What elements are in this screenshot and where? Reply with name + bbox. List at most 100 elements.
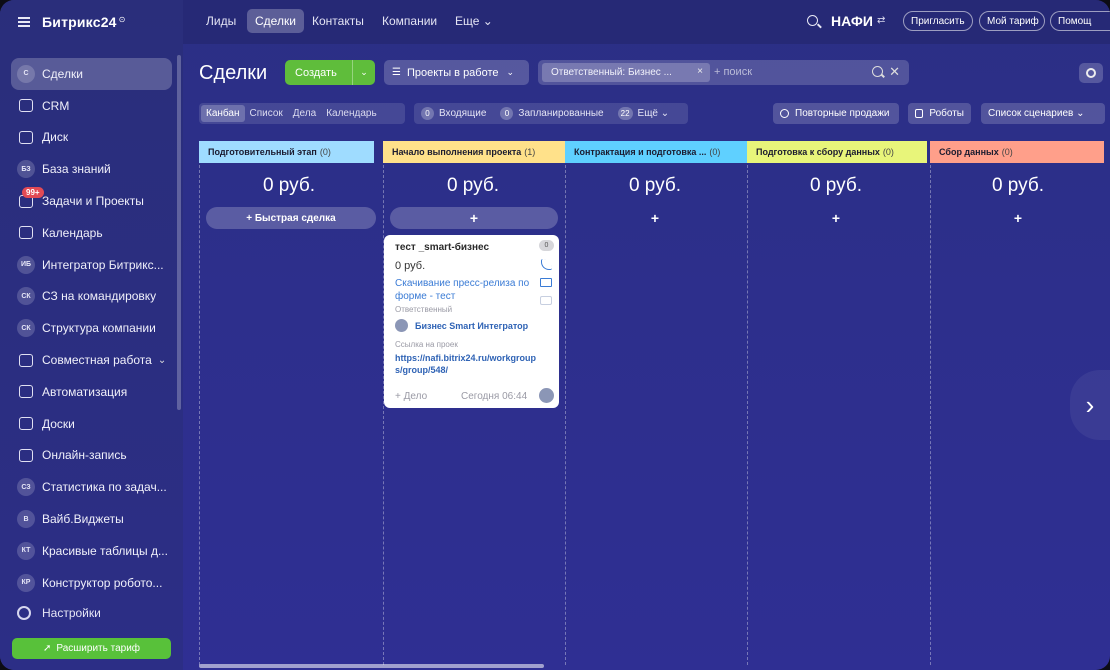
filter-search-box[interactable]: Ответственный: Бизнес ... × + поиск ✕ (538, 60, 909, 85)
quick-deal-button[interactable]: + Быстрая сделка (206, 207, 376, 229)
search-icon[interactable] (872, 66, 883, 77)
column-sum: 0 руб. (809, 175, 863, 196)
tab-leads[interactable]: Лиды (198, 9, 244, 33)
create-button[interactable]: Создать ⌄ (285, 60, 375, 85)
circle-avatar-icon: БЗ (17, 160, 35, 179)
sidebar-item-tables[interactable]: КТ Красивые таблицы д... (11, 535, 172, 567)
page-title: Сделки (199, 62, 268, 84)
robots-button[interactable]: Роботы (908, 103, 971, 124)
chat-icon[interactable] (540, 296, 552, 305)
disk-icon (19, 130, 33, 144)
clear-icon[interactable]: ✕ (889, 64, 900, 80)
switch-icon[interactable]: ⇄ (877, 15, 885, 26)
deal-card[interactable]: тест _smart-бизнес 0 0 руб. Скачивание п… (384, 235, 559, 408)
app-logo[interactable]: Битрикс24 (42, 14, 117, 30)
sidebar-item-trip[interactable]: СК СЗ на командировку (11, 281, 172, 313)
column-header[interactable]: Контрактация и подготовка ... (0) (565, 141, 747, 163)
add-deal-button[interactable]: + (565, 210, 745, 226)
phone-icon[interactable] (541, 259, 552, 270)
repeat-icon (780, 109, 789, 118)
responsible-user[interactable]: Бизнес Smart Интегратор (395, 319, 528, 332)
add-deal-button[interactable]: + (747, 210, 925, 226)
sidebar-item-vibe-widgets[interactable]: В Вайб.Виджеты (11, 503, 172, 535)
column-title: Сбор данных (939, 147, 999, 157)
sidebar-item-structure[interactable]: СК Структура компании (11, 312, 172, 344)
upgrade-tariff-button[interactable]: ➚ Расширить тариф (12, 638, 171, 659)
mail-icon[interactable] (540, 278, 552, 287)
sidebar-item-boards[interactable]: Доски (11, 408, 172, 440)
settings-button[interactable] (1079, 63, 1103, 83)
column-header[interactable]: Начало выполнения проекта (1) (383, 141, 565, 163)
counter-more[interactable]: 22 Ещё ⌄ (617, 107, 670, 120)
counter-planned[interactable]: 0 Запланированные (500, 107, 604, 120)
filter-chip[interactable]: Ответственный: Бизнес ... × (542, 63, 710, 82)
tab-kanban[interactable]: Канбан (201, 105, 245, 122)
tab-activities[interactable]: Дела (288, 105, 321, 122)
column-divider (747, 165, 748, 665)
sidebar-item-crm[interactable]: CRM (11, 90, 172, 122)
help-button[interactable]: Помощ (1050, 11, 1110, 31)
sidebar-item-deals[interactable]: С Сделки (11, 58, 172, 90)
sidebar-item-label: Диск (42, 130, 69, 145)
search-icon[interactable] (807, 15, 818, 26)
crm-icon (19, 99, 33, 113)
column-header[interactable]: Подготовительный этап (0) (199, 141, 374, 163)
pipeline-select[interactable]: ☰ Проекты в работе ⌄ (384, 60, 529, 85)
chevron-right-icon[interactable]: › (1070, 370, 1110, 440)
sidebar-item-booking[interactable]: Онлайн-запись (11, 440, 172, 472)
sidebar-item-integrator[interactable]: ИБ Интегратор Битрикс... (11, 249, 172, 281)
tab-more[interactable]: Еще ⌄ (447, 9, 501, 33)
sidebar-item-label: Настройки (42, 606, 101, 620)
sidebar-scrollbar[interactable] (177, 55, 181, 410)
counter-label: Ещё ⌄ (637, 108, 670, 119)
sidebar-item-label: Онлайн-запись (42, 448, 127, 463)
repeat-sales-button[interactable]: Повторные продажи (773, 103, 899, 124)
tab-contacts[interactable]: Контакты (304, 9, 372, 33)
sidebar-item-calendar[interactable]: Календарь (11, 217, 172, 249)
deal-activity-link[interactable]: Скачивание пресс-релиза по форме - тест (395, 277, 541, 303)
tab-list[interactable]: Список (245, 105, 288, 122)
sidebar-item-robot-builder[interactable]: КР Конструктор робото... (11, 567, 172, 599)
company-name[interactable]: НАФИ (831, 13, 873, 29)
scenarios-button[interactable]: Список сценариев ⌄ (981, 103, 1105, 124)
counter-label: Входящие (439, 108, 487, 119)
sidebar-item-automation[interactable]: Автоматизация (11, 376, 172, 408)
column-header[interactable]: Сбор данных (0) (930, 141, 1104, 163)
invite-button[interactable]: Пригласить (903, 11, 973, 31)
chevron-down-icon: ⌄ (506, 67, 515, 77)
calendar-icon (19, 226, 33, 240)
tab-deals[interactable]: Сделки (247, 9, 304, 33)
sidebar-nav: С Сделки CRM Диск БЗ База знаний 99+ Зад… (11, 58, 172, 599)
sidebar-item-collab[interactable]: Совместная работа ⌄ (11, 344, 172, 376)
add-deal-button[interactable]: + (390, 207, 558, 229)
sidebar-item-knowledge[interactable]: БЗ База знаний (11, 153, 172, 185)
circle-avatar-icon: КТ (17, 541, 35, 560)
chevron-down-icon[interactable]: ⌄ (158, 355, 166, 366)
column-sum: 0 руб. (628, 175, 682, 196)
close-icon[interactable]: × (697, 66, 703, 77)
deal-timestamp: Сегодня 06:44 (461, 391, 528, 402)
counter-incoming[interactable]: 0 Входящие (421, 107, 486, 120)
add-deal-button[interactable]: + (930, 210, 1106, 226)
column-header[interactable]: Подготовка к сбору данных (0) (747, 141, 927, 163)
sidebar-item-task-stats[interactable]: СЗ Статистика по задач... (11, 471, 172, 503)
add-activity-button[interactable]: + Дело (395, 391, 427, 402)
my-tariff-button[interactable]: Мой тариф (979, 11, 1045, 31)
sidebar-item-tasks[interactable]: 99+ Задачи и Проекты (11, 185, 172, 217)
responsible-label: Ответственный (395, 305, 453, 314)
project-link[interactable]: https://nafi.bitrix24.ru/workgroups/grou… (395, 352, 541, 376)
circle-avatar-icon: СК (17, 287, 35, 306)
column-count: (1) (524, 147, 536, 157)
deal-title[interactable]: тест _smart-бизнес (395, 242, 489, 253)
chevron-down-icon[interactable]: ⌄ (353, 67, 375, 78)
automation-icon (19, 385, 33, 399)
avatar[interactable] (539, 388, 554, 403)
horizontal-scrollbar[interactable] (199, 664, 544, 668)
tab-calendar[interactable]: Календарь (321, 105, 381, 122)
search-input[interactable]: + поиск (714, 66, 752, 78)
tab-companies[interactable]: Компании (374, 9, 445, 33)
sidebar-item-settings[interactable]: Настройки (17, 606, 101, 620)
sidebar-item-disk[interactable]: Диск (11, 122, 172, 154)
menu-icon[interactable] (18, 17, 30, 27)
sidebar-item-label: Сделки (42, 66, 83, 81)
